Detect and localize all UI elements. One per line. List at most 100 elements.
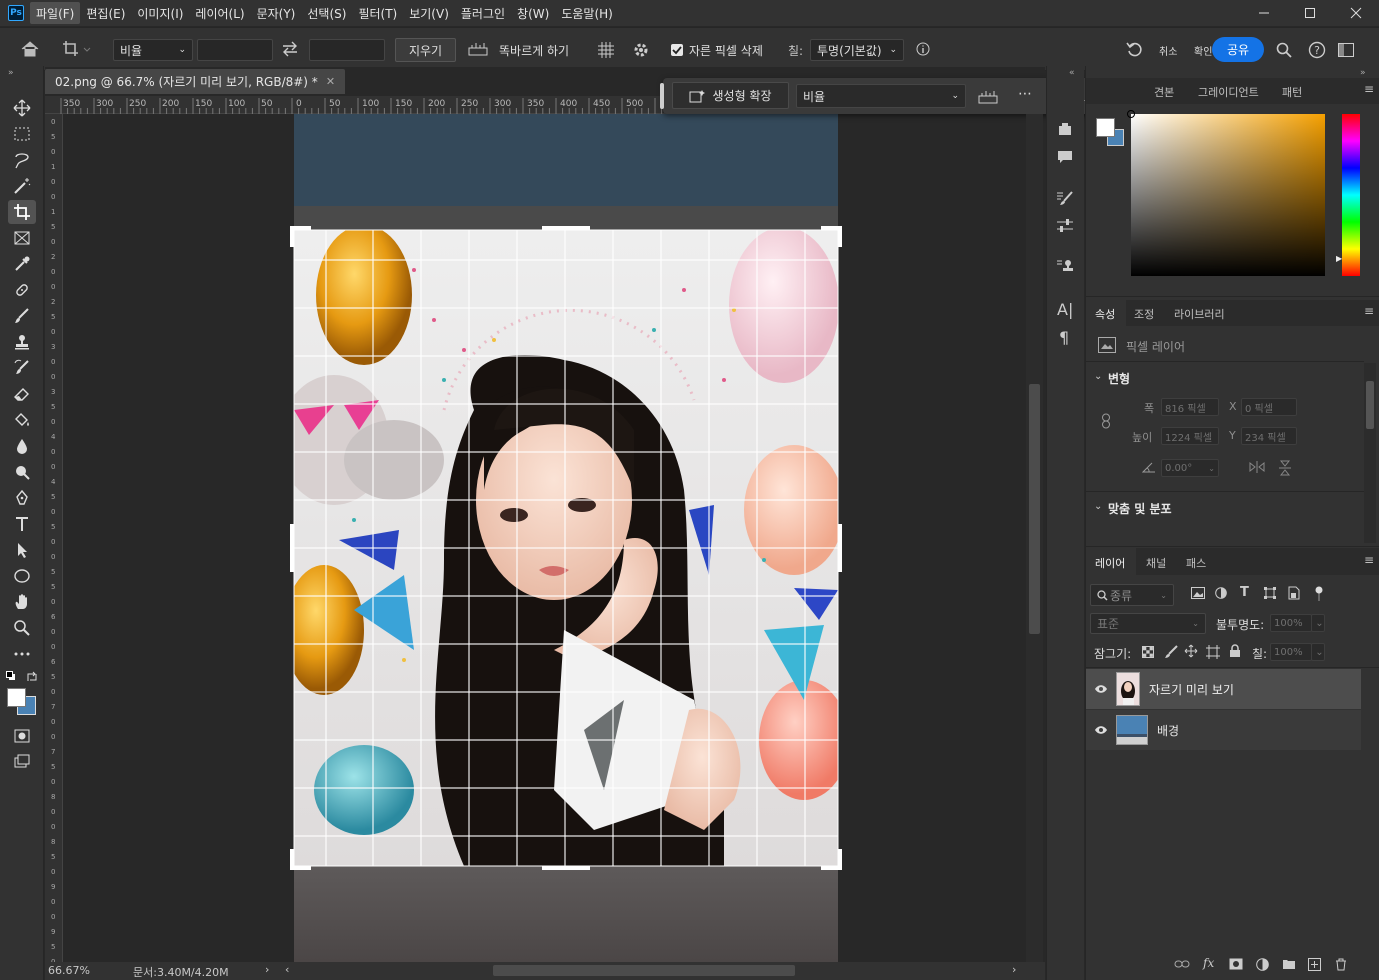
- transform-header[interactable]: 변형: [1108, 370, 1130, 387]
- vertical-scrollbar[interactable]: [1026, 114, 1043, 962]
- clear-button[interactable]: 지우기: [395, 38, 456, 62]
- chevron-down-icon[interactable]: ⌄: [1094, 501, 1102, 512]
- chevron-down-icon[interactable]: ⌄: [1311, 614, 1325, 632]
- scroll-left-icon[interactable]: ‹: [285, 963, 289, 976]
- menu-type[interactable]: 문자(Y): [251, 2, 302, 24]
- magic-wand-icon[interactable]: [8, 174, 36, 198]
- maximize-icon[interactable]: [1287, 0, 1333, 26]
- layer-item[interactable]: 배경: [1086, 710, 1361, 750]
- lasso-tool-icon[interactable]: [8, 148, 36, 172]
- link-icon[interactable]: [1101, 413, 1111, 429]
- crop-tool-preset-icon[interactable]: [62, 40, 92, 58]
- path-selection-icon[interactable]: [8, 538, 36, 562]
- menu-select[interactable]: 선택(S): [301, 2, 352, 24]
- canvas-area[interactable]: [63, 114, 1026, 962]
- flip-vertical-icon[interactable]: [1278, 460, 1292, 476]
- fx-icon[interactable]: fx: [1203, 956, 1214, 970]
- properties-scrollbar-thumb[interactable]: [1366, 381, 1374, 429]
- comment-icon[interactable]: [1057, 150, 1073, 164]
- tab-layers[interactable]: 레이어: [1095, 555, 1125, 571]
- filter-type-icon[interactable]: T: [1240, 585, 1249, 600]
- paint-bucket-icon[interactable]: [8, 408, 36, 432]
- ratio-dropdown[interactable]: 비율 ⌄: [113, 39, 193, 61]
- delete-layer-icon[interactable]: [1335, 958, 1347, 971]
- crop-box-handles[interactable]: [289, 225, 843, 871]
- panel-menu-icon[interactable]: ≡: [1364, 553, 1374, 567]
- opacity-input[interactable]: 100%: [1270, 614, 1312, 632]
- flip-horizontal-icon[interactable]: [1249, 460, 1265, 474]
- history-brush-icon[interactable]: [8, 356, 36, 380]
- vertical-scrollbar-thumb[interactable]: [1029, 384, 1040, 634]
- hue-slider-handle[interactable]: ▶: [1336, 254, 1342, 263]
- add-mask-icon[interactable]: [1229, 958, 1243, 970]
- minimize-icon[interactable]: [1241, 0, 1287, 26]
- type-tool-icon[interactable]: [8, 512, 36, 536]
- straighten-icon[interactable]: [978, 89, 998, 105]
- help-icon[interactable]: ?: [1308, 41, 1326, 59]
- chevron-down-icon[interactable]: ⌄: [1094, 371, 1102, 382]
- clone-source-icon[interactable]: [1056, 258, 1074, 274]
- gear-icon[interactable]: [632, 41, 650, 59]
- close-tab-icon[interactable]: ✕: [326, 75, 335, 88]
- swap-icon[interactable]: [281, 41, 299, 57]
- fill-input[interactable]: 100%: [1270, 643, 1312, 661]
- commit-label[interactable]: 확인: [1194, 43, 1212, 58]
- screen-mode-icon[interactable]: [8, 750, 36, 774]
- foreground-color-swatch[interactable]: [1096, 118, 1115, 137]
- lock-position-icon[interactable]: [1184, 644, 1198, 658]
- eraser-icon[interactable]: [8, 382, 36, 406]
- lock-transparent-icon[interactable]: [1142, 646, 1154, 658]
- filter-shape-icon[interactable]: [1264, 587, 1276, 599]
- panel-menu-icon[interactable]: ≡: [1364, 82, 1374, 96]
- context-ratio-dropdown[interactable]: 비율 ⌄: [796, 84, 966, 108]
- brush-settings-icon[interactable]: [1056, 190, 1074, 206]
- drag-handle[interactable]: [660, 83, 664, 109]
- angle-input[interactable]: 0.00° ⌄: [1161, 459, 1219, 477]
- lock-artboard-icon[interactable]: [1206, 645, 1220, 659]
- y-input[interactable]: 234 픽셀: [1241, 427, 1297, 445]
- width-input[interactable]: 816 픽셀: [1161, 398, 1219, 416]
- filter-pixel-icon[interactable]: [1191, 587, 1205, 599]
- info-icon[interactable]: [916, 42, 930, 56]
- chevron-right-icon[interactable]: ›: [265, 963, 269, 976]
- eyedropper-icon[interactable]: [8, 252, 36, 276]
- horizontal-scrollbar-thumb[interactable]: [493, 965, 795, 976]
- move-tool-icon[interactable]: [8, 96, 36, 120]
- filter-smart-object-icon[interactable]: [1288, 586, 1300, 600]
- tab-libraries[interactable]: 라이브러리: [1174, 306, 1225, 322]
- more-tools-icon[interactable]: [8, 642, 36, 666]
- character-panel-icon[interactable]: A|: [1057, 300, 1073, 319]
- foreground-color-swatch[interactable]: [7, 688, 26, 707]
- collapse-icon[interactable]: «: [1069, 68, 1075, 78]
- layer-filter-dropdown[interactable]: 종류 ⌄: [1090, 584, 1174, 606]
- adjust-sliders-icon[interactable]: [1056, 218, 1074, 234]
- x-input[interactable]: 0 픽셀: [1241, 398, 1297, 416]
- chevron-down-icon[interactable]: ⌄: [1311, 643, 1325, 661]
- collapse-icon[interactable]: »: [8, 68, 14, 78]
- height-input[interactable]: 1224 픽셀: [1161, 427, 1219, 445]
- menu-layer[interactable]: 레이어(L): [189, 2, 250, 24]
- share-button[interactable]: 공유: [1212, 37, 1264, 62]
- workspace-icon[interactable]: [1338, 43, 1354, 57]
- menu-help[interactable]: 도움말(H): [555, 2, 619, 24]
- search-icon[interactable]: [1276, 42, 1292, 58]
- menu-filter[interactable]: 필터(T): [352, 2, 403, 24]
- menu-view[interactable]: 보기(V): [403, 2, 455, 24]
- hand-tool-icon[interactable]: [8, 590, 36, 614]
- straighten-label[interactable]: 똑바르게 하기: [499, 42, 569, 59]
- panel-menu-icon[interactable]: ≡: [1364, 304, 1374, 318]
- new-layer-icon[interactable]: [1308, 958, 1321, 971]
- filter-toggle-icon[interactable]: [1314, 586, 1324, 602]
- tab-adjustments[interactable]: 조정: [1134, 306, 1154, 322]
- pen-tool-icon[interactable]: [8, 486, 36, 510]
- properties-scrollbar[interactable]: [1364, 363, 1376, 543]
- tab-channels[interactable]: 채널: [1146, 555, 1166, 571]
- link-layers-icon[interactable]: [1174, 959, 1190, 969]
- history-panel-icon[interactable]: [1057, 122, 1073, 136]
- collapse-icon[interactable]: »: [1360, 68, 1366, 78]
- paragraph-panel-icon[interactable]: ¶: [1059, 328, 1069, 347]
- ellipse-tool-icon[interactable]: [8, 564, 36, 588]
- adjustment-layer-icon[interactable]: [1256, 958, 1269, 971]
- color-picker-cursor[interactable]: [1127, 110, 1135, 118]
- scroll-right-icon[interactable]: ›: [1012, 963, 1016, 976]
